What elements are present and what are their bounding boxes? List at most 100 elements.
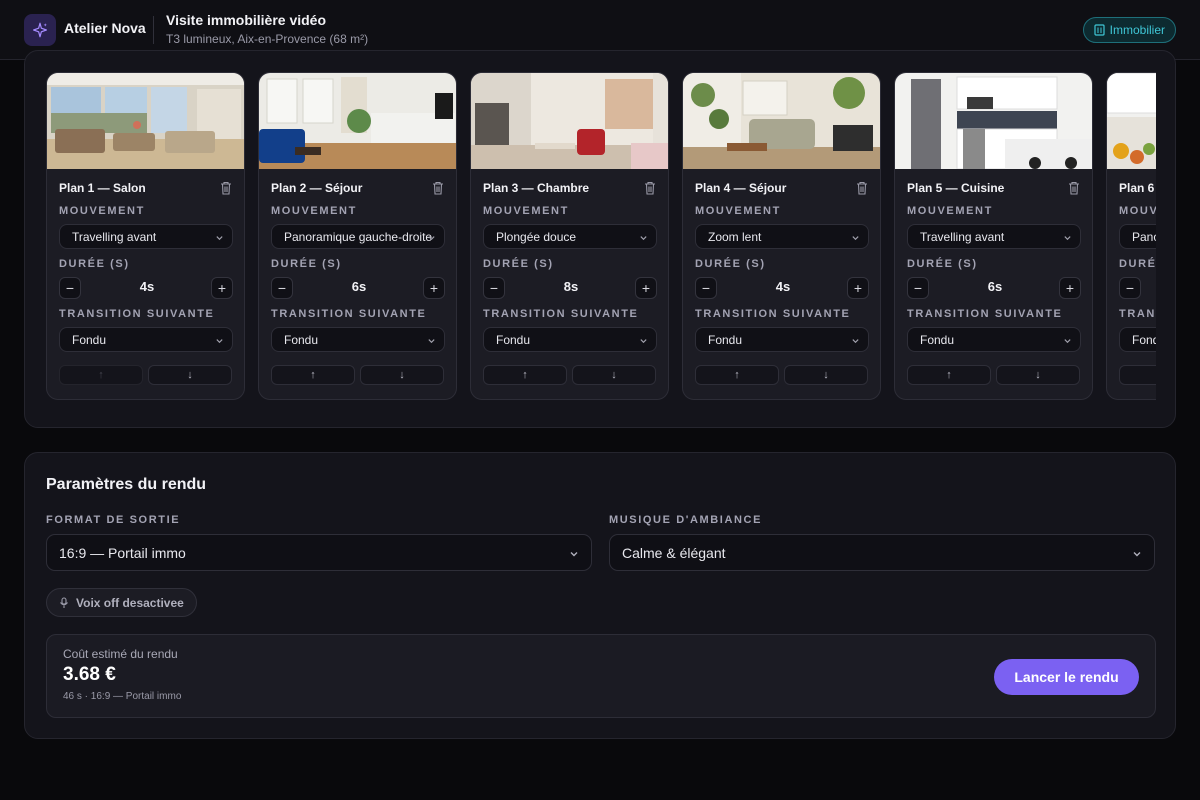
shots-panel: Plan 1 — Salon MOUVEMENT Travelling avan… xyxy=(24,50,1176,428)
increase-duration-button[interactable]: + xyxy=(847,277,869,299)
transition-value: Fondu xyxy=(1132,332,1156,347)
shot-card: Plan 4 — Séjour MOUVEMENT Zoom lent DURÉ… xyxy=(682,72,881,400)
delete-shot-icon[interactable] xyxy=(1068,181,1080,195)
movement-select[interactable]: Plongée douce xyxy=(483,224,657,249)
project-title: Visite immobilière vidéo xyxy=(166,12,327,28)
move-down-button[interactable]: ↓ xyxy=(996,365,1080,385)
movement-select[interactable]: Travelling avant xyxy=(59,224,233,249)
transition-label: TRANSITION SUIVANTE xyxy=(59,308,215,320)
movement-value: Travelling avant xyxy=(72,229,157,244)
movement-label: MOUVEMENT xyxy=(907,205,993,217)
shot-card: Plan 6 MOUVEMENT Panoramique DURÉE (S) −… xyxy=(1106,72,1156,400)
sparkle-logo-icon xyxy=(24,14,56,46)
movement-select[interactable]: Panoramique xyxy=(1119,224,1156,249)
duration-value: 8s xyxy=(563,279,579,294)
move-up-button[interactable] xyxy=(1119,365,1156,385)
transition-value: Fondu xyxy=(72,332,107,347)
movement-label: MOUVEMENT xyxy=(1119,205,1156,217)
chevron-down-icon xyxy=(216,339,223,344)
movement-value: Zoom lent xyxy=(708,229,762,244)
move-down-button[interactable]: ↓ xyxy=(360,365,444,385)
decrease-duration-button[interactable]: − xyxy=(59,277,81,299)
movement-label: MOUVEMENT xyxy=(483,205,569,217)
decrease-duration-button[interactable]: − xyxy=(483,277,505,299)
category-badge[interactable]: Immobilier xyxy=(1082,17,1176,43)
shot-title: Plan 4 — Séjour xyxy=(695,181,787,195)
ambient-music-select[interactable]: Calme & élégant xyxy=(609,534,1155,571)
movement-value: Panoramique xyxy=(1132,229,1156,244)
shot-thumbnail xyxy=(895,73,1092,169)
delete-shot-icon[interactable] xyxy=(432,181,444,195)
transition-select[interactable]: Fondu xyxy=(483,327,657,352)
shot-thumbnail xyxy=(471,73,668,169)
transition-select[interactable]: Fondu xyxy=(1119,327,1156,352)
delete-shot-icon[interactable] xyxy=(644,181,656,195)
shot-title: Plan 5 — Cuisine xyxy=(907,181,1005,195)
cost-estimate-label: Coût estimé du rendu xyxy=(63,647,178,661)
duration-label: DURÉE (S) xyxy=(695,258,766,270)
shot-thumbnail xyxy=(47,73,244,169)
chevron-down-icon xyxy=(1064,236,1071,241)
shots-track[interactable]: Plan 1 — Salon MOUVEMENT Travelling avan… xyxy=(46,72,1156,402)
movement-select[interactable]: Zoom lent xyxy=(695,224,869,249)
voiceover-toggle[interactable]: Voix off desactivee xyxy=(46,588,197,617)
transition-label: TRANSITION SUIVANTE xyxy=(1119,308,1156,320)
transition-select[interactable]: Fondu xyxy=(59,327,233,352)
decrease-duration-button[interactable]: − xyxy=(271,277,293,299)
shot-card: Plan 2 — Séjour MOUVEMENT Panoramique ga… xyxy=(258,72,457,400)
shot-title: Plan 1 — Salon xyxy=(59,181,146,195)
delete-shot-icon[interactable] xyxy=(220,181,232,195)
render-settings-panel: Paramètres du rendu FORMAT DE SORTIE 16:… xyxy=(24,452,1176,739)
duration-value: 4s xyxy=(775,279,791,294)
shot-title: Plan 6 xyxy=(1119,181,1155,195)
chevron-down-icon xyxy=(216,236,223,241)
move-up-button[interactable]: ↑ xyxy=(695,365,779,385)
movement-label: MOUVEMENT xyxy=(59,205,145,217)
move-down-button[interactable]: ↓ xyxy=(784,365,868,385)
increase-duration-button[interactable]: + xyxy=(1059,277,1081,299)
transition-label: TRANSITION SUIVANTE xyxy=(695,308,851,320)
movement-select[interactable]: Panoramique gauche-droite xyxy=(271,224,445,249)
movement-select[interactable]: Travelling avant xyxy=(907,224,1081,249)
shot-card: Plan 3 — Chambre MOUVEMENT Plongée douce… xyxy=(470,72,669,400)
shot-card: Plan 5 — Cuisine MOUVEMENT Travelling av… xyxy=(894,72,1093,400)
duration-label: DURÉE (S) xyxy=(1119,258,1156,270)
transition-select[interactable]: Fondu xyxy=(695,327,869,352)
shot-thumbnail xyxy=(1107,73,1156,169)
chevron-down-icon xyxy=(852,339,859,344)
transition-label: TRANSITION SUIVANTE xyxy=(907,308,1063,320)
increase-duration-button[interactable]: + xyxy=(211,277,233,299)
building-icon xyxy=(1094,24,1105,36)
movement-label: MOUVEMENT xyxy=(271,205,357,217)
header-divider xyxy=(153,16,154,44)
duration-label: DURÉE (S) xyxy=(59,258,130,270)
duration-value: 6s xyxy=(351,279,367,294)
ambient-music-label: MUSIQUE D'AMBIANCE xyxy=(609,514,763,526)
move-up-button[interactable]: ↑ xyxy=(907,365,991,385)
duration-value: 4s xyxy=(139,279,155,294)
chevron-down-icon xyxy=(428,339,435,344)
movement-value: Plongée douce xyxy=(496,229,577,244)
project-subtitle: T3 lumineux, Aix-en-Provence (68 m²) xyxy=(166,32,369,46)
output-format-select[interactable]: 16:9 — Portail immo xyxy=(46,534,592,571)
move-up-button[interactable]: ↑ xyxy=(271,365,355,385)
shot-title: Plan 2 — Séjour xyxy=(271,181,363,195)
move-up-button[interactable]: ↑ xyxy=(483,365,567,385)
increase-duration-button[interactable]: + xyxy=(635,277,657,299)
increase-duration-button[interactable]: + xyxy=(423,277,445,299)
transition-select[interactable]: Fondu xyxy=(271,327,445,352)
launch-render-button[interactable]: Lancer le rendu xyxy=(994,659,1139,695)
decrease-duration-button[interactable]: − xyxy=(695,277,717,299)
transition-value: Fondu xyxy=(284,332,319,347)
decrease-duration-button[interactable]: − xyxy=(907,277,929,299)
transition-label: TRANSITION SUIVANTE xyxy=(483,308,639,320)
move-down-button[interactable]: ↓ xyxy=(572,365,656,385)
move-up-button[interactable]: ↑ xyxy=(59,365,143,385)
delete-shot-icon[interactable] xyxy=(856,181,868,195)
decrease-duration-button[interactable]: − xyxy=(1119,277,1141,299)
move-down-button[interactable]: ↓ xyxy=(148,365,232,385)
transition-value: Fondu xyxy=(920,332,955,347)
transition-value: Fondu xyxy=(496,332,531,347)
transition-select[interactable]: Fondu xyxy=(907,327,1081,352)
cost-estimate-value: 3.68 € xyxy=(63,664,116,685)
